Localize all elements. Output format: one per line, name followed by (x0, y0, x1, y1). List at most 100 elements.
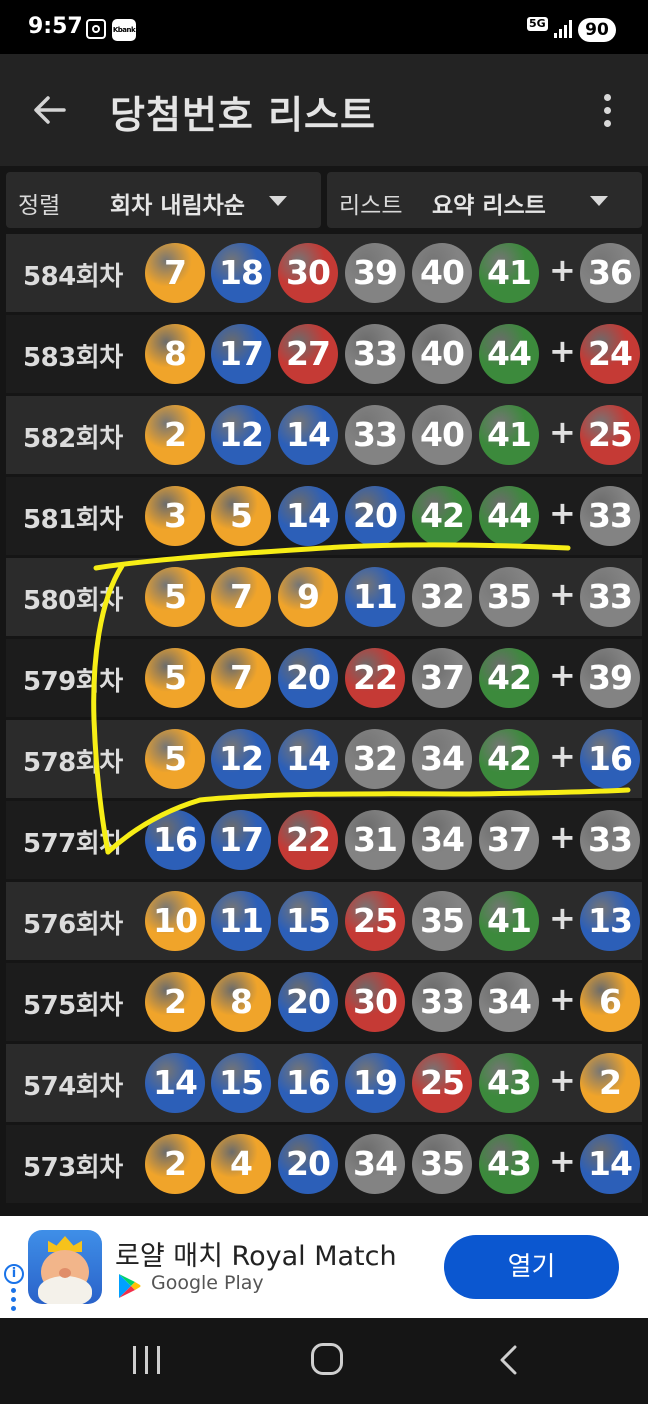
lotto-ball: 41 (479, 891, 539, 951)
lotto-ball: 33 (345, 324, 405, 384)
nav-back-icon[interactable] (494, 1344, 524, 1376)
lotto-ball: 44 (479, 324, 539, 384)
lotto-ball: 34 (479, 972, 539, 1032)
lotto-ball: 14 (278, 486, 338, 546)
ad-title[interactable]: 로얄 매치 Royal Match (115, 1234, 397, 1273)
draw-round-label: 573회차 (23, 1153, 123, 1183)
lotto-ball: 8 (145, 324, 205, 384)
battery-indicator: 90 (578, 18, 616, 42)
lotto-ball: 34 (412, 810, 472, 870)
bonus-ball: 33 (580, 810, 640, 870)
royal-match-app-icon[interactable] (28, 1230, 102, 1304)
lotto-ball: 20 (278, 648, 338, 708)
draw-row[interactable]: 578회차 5 12 14 32 34 42 +16 (6, 720, 642, 798)
lotto-ball: 30 (278, 243, 338, 303)
signal-icon (554, 20, 574, 38)
bonus-plus-sign: + (549, 899, 576, 937)
sort-dropdown[interactable]: 정렬 회차 내림차순 (6, 172, 321, 228)
draw-row[interactable]: 579회차 5 7 20 22 37 42 +39 (6, 639, 642, 717)
lotto-ball: 4 (211, 1134, 271, 1194)
draw-round-label: 582회차 (23, 424, 123, 454)
list-label: 리스트 (339, 193, 403, 219)
app-bar: 당첨번호 리스트 (0, 54, 648, 166)
lotto-ball: 5 (145, 567, 205, 627)
draw-row[interactable]: 574회차 14 15 16 19 25 43 +2 (6, 1044, 642, 1122)
lotto-ball: 11 (211, 891, 271, 951)
info-icon[interactable]: i (4, 1264, 24, 1284)
system-nav-bar (0, 1318, 648, 1404)
ad-banner[interactable]: i 로얄 매치 Royal Match Google Play 열기 (0, 1216, 648, 1318)
home-icon[interactable] (311, 1343, 343, 1375)
lotto-ball: 5 (145, 648, 205, 708)
winning-numbers-list[interactable]: 584회차 7 18 30 39 40 41 +36 583회차 8 17 27 33 40 44 +24 58… (6, 234, 642, 1216)
lotto-ball: 8 (211, 972, 271, 1032)
lotto-ball: 40 (412, 324, 472, 384)
chevron-down-icon (590, 196, 608, 206)
lotto-ball: 40 (412, 243, 472, 303)
ad-menu-icon[interactable] (11, 1288, 17, 1314)
lotto-ball: 22 (345, 648, 405, 708)
lotto-ball: 7 (145, 243, 205, 303)
lotto-ball: 30 (345, 972, 405, 1032)
lotto-ball: 14 (278, 405, 338, 465)
lotto-ball: 41 (479, 243, 539, 303)
draw-row[interactable]: 575회차 2 8 20 30 33 34 +6 (6, 963, 642, 1041)
lotto-ball: 42 (479, 648, 539, 708)
lotto-ball: 34 (412, 729, 472, 789)
bonus-plus-sign: + (549, 1142, 576, 1180)
screen-capture-icon (86, 19, 106, 39)
draw-row[interactable]: 584회차 7 18 30 39 40 41 +36 (6, 234, 642, 312)
status-time: 9:57 (28, 14, 83, 39)
lotto-ball: 35 (412, 1134, 472, 1194)
draw-row[interactable]: 576회차 10 11 15 25 35 41 +13 (6, 882, 642, 960)
list-value: 요약 리스트 (432, 193, 546, 219)
recent-apps-icon[interactable] (133, 1346, 161, 1374)
bonus-plus-sign: + (549, 818, 576, 856)
back-arrow-icon[interactable] (30, 90, 70, 130)
lotto-ball: 15 (278, 891, 338, 951)
more-options-icon[interactable] (598, 92, 618, 132)
bonus-ball: 13 (580, 891, 640, 951)
draw-round-label: 579회차 (23, 667, 123, 697)
draw-row[interactable]: 582회차 2 12 14 33 40 41 +25 (6, 396, 642, 474)
lotto-ball: 27 (278, 324, 338, 384)
lotto-ball: 37 (479, 810, 539, 870)
lotto-ball: 22 (278, 810, 338, 870)
lotto-ball: 42 (479, 729, 539, 789)
bonus-plus-sign: + (549, 737, 576, 775)
lotto-ball: 33 (412, 972, 472, 1032)
lotto-ball: 34 (345, 1134, 405, 1194)
lotto-ball: 15 (211, 1053, 271, 1113)
list-type-dropdown[interactable]: 리스트 요약 리스트 (327, 172, 642, 228)
bonus-ball: 33 (580, 486, 640, 546)
draw-row[interactable]: 583회차 8 17 27 33 40 44 +24 (6, 315, 642, 393)
lotto-ball: 7 (211, 567, 271, 627)
lotto-ball: 20 (278, 972, 338, 1032)
lotto-ball: 18 (211, 243, 271, 303)
bonus-plus-sign: + (549, 251, 576, 289)
sort-value: 회차 내림차순 (110, 193, 245, 219)
bonus-plus-sign: + (549, 575, 576, 613)
bonus-ball: 39 (580, 648, 640, 708)
lotto-ball: 31 (345, 810, 405, 870)
lotto-ball: 5 (211, 486, 271, 546)
draw-row[interactable]: 581회차 3 5 14 20 42 44 +33 (6, 477, 642, 555)
lotto-ball: 17 (211, 324, 271, 384)
draw-round-label: 575회차 (23, 991, 123, 1021)
lotto-ball: 9 (278, 567, 338, 627)
lotto-ball: 20 (345, 486, 405, 546)
draw-row[interactable]: 580회차 5 7 9 11 32 35 +33 (6, 558, 642, 636)
draw-row[interactable]: 577회차 16 17 22 31 34 37 +33 (6, 801, 642, 879)
ad-open-button[interactable]: 열기 (444, 1235, 619, 1299)
lotto-ball: 12 (211, 405, 271, 465)
lotto-ball: 32 (345, 729, 405, 789)
lotto-ball: 16 (145, 810, 205, 870)
draw-row[interactable]: 573회차 2 4 20 34 35 43 +14 (6, 1125, 642, 1203)
lotto-ball: 20 (278, 1134, 338, 1194)
lotto-ball: 35 (479, 567, 539, 627)
lotto-ball: 41 (479, 405, 539, 465)
network-5g-icon: 5G (527, 17, 548, 31)
lotto-ball: 37 (412, 648, 472, 708)
lotto-ball: 25 (345, 891, 405, 951)
bonus-plus-sign: + (549, 413, 576, 451)
